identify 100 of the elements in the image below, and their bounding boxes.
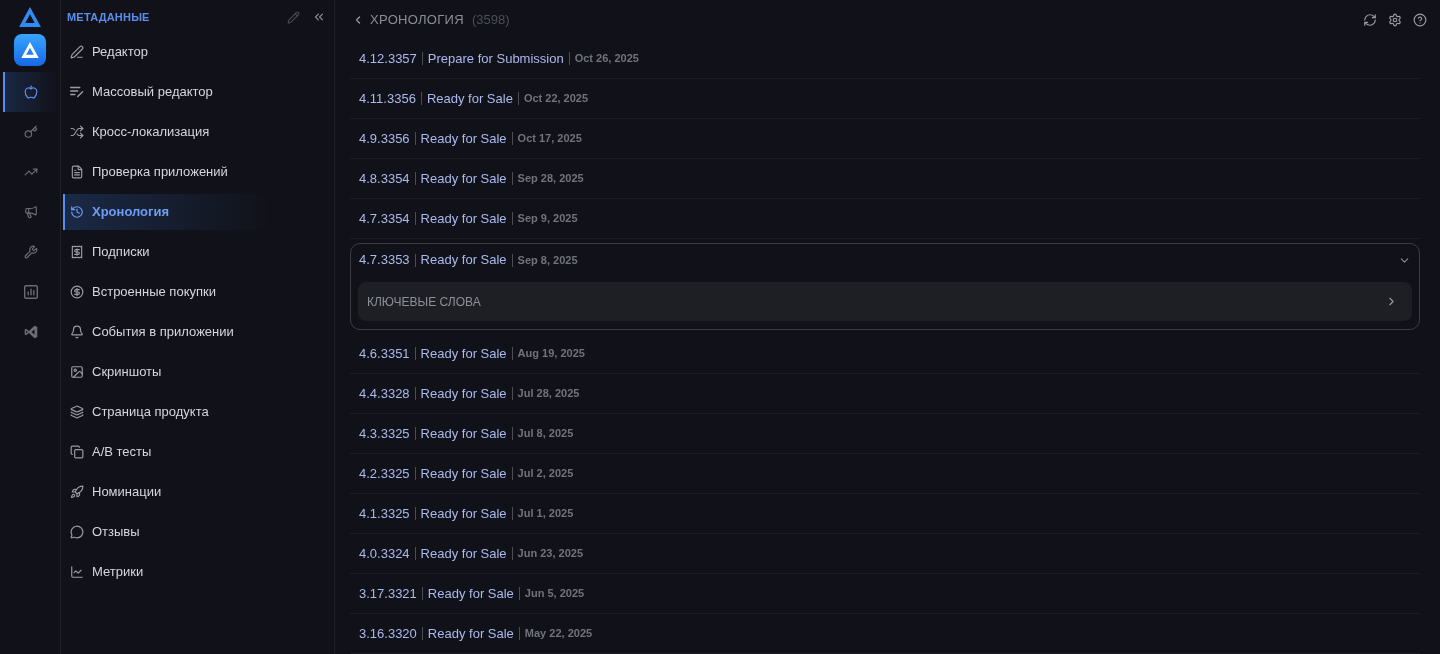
item-count: (3598)	[471, 10, 510, 29]
page-title: ХРОНОЛОГИЯ	[370, 10, 464, 29]
layers-icon	[70, 405, 84, 419]
version-row[interactable]: 4.2.3325 Ready for Sale Jul 2, 2025	[350, 454, 1420, 494]
megaphone-icon	[24, 205, 38, 219]
sidebar-item[interactable]: Страница продукта	[63, 394, 270, 430]
status-text: Ready for Sale	[420, 384, 507, 403]
version-number: 4.4.3328	[359, 384, 410, 403]
version-row[interactable]: 4.3.3325 Ready for Sale Jul 8, 2025	[350, 414, 1420, 454]
date-text: Jun 5, 2025	[524, 586, 585, 602]
version-row[interactable]: 4.11.3356 Ready for Sale Oct 22, 2025	[350, 79, 1420, 119]
status-text: Ready for Sale	[420, 129, 507, 148]
date-text: Aug 19, 2025	[517, 346, 585, 362]
version-card[interactable]: 4.7.3353 Ready for Sale Sep 8, 2025 КЛЮЧЕВЫЕ СЛОВА	[350, 243, 1420, 330]
double-chevron-left-icon	[312, 10, 326, 24]
shuffle-icon	[70, 125, 84, 139]
sidebar-item[interactable]: События в приложении	[63, 314, 270, 350]
sidebar-item[interactable]: A/B тесты	[63, 434, 270, 470]
refresh-button[interactable]	[1363, 12, 1377, 27]
sidebar-item[interactable]: Проверка приложений	[63, 154, 270, 190]
version-number: 3.17.3321	[359, 584, 417, 603]
apple-icon	[24, 85, 38, 99]
sidebar-item[interactable]: Кросс-локализация	[63, 114, 270, 150]
date-text: Oct 22, 2025	[523, 91, 589, 107]
date-text: Oct 17, 2025	[517, 131, 582, 147]
version-number: 4.12.3357	[359, 49, 417, 68]
help-icon	[1413, 12, 1427, 27]
date-text: Sep 8, 2025	[517, 252, 578, 268]
date-text: Sep 28, 2025	[517, 171, 584, 187]
status-text: Ready for Sale	[427, 584, 514, 603]
status-text: Ready for Sale	[420, 424, 507, 443]
collapse-button[interactable]	[312, 10, 326, 24]
refresh-icon	[1363, 12, 1377, 27]
version-number: 4.0.3324	[359, 544, 410, 563]
version-row[interactable]: 4.0.3324 Ready for Sale Jun 23, 2025	[350, 534, 1420, 574]
settings-icon	[1388, 12, 1402, 27]
image-icon	[70, 365, 84, 379]
date-text: Jul 28, 2025	[517, 386, 580, 402]
version-row[interactable]: 3.16.3320 Ready for Sale May 22, 2025	[350, 614, 1420, 654]
date-text: Oct 26, 2025	[574, 51, 639, 67]
status-text: Ready for Sale	[420, 464, 507, 483]
status-text: Ready for Sale	[420, 344, 507, 363]
key-icon	[24, 125, 38, 139]
status-text: Ready for Sale	[420, 169, 507, 188]
version-number: 4.9.3356	[359, 129, 410, 148]
date-text: Sep 9, 2025	[517, 211, 578, 227]
date-text: Jun 23, 2025	[517, 546, 584, 562]
logo-icon	[19, 7, 41, 27]
status-text: Ready for Sale	[420, 544, 507, 563]
version-number: 4.2.3325	[359, 464, 410, 483]
version-number: 4.6.3351	[359, 344, 410, 363]
lines-pencil-icon	[70, 85, 84, 99]
sidebar-item[interactable]: Отзывы	[63, 514, 270, 550]
help-button[interactable]	[1413, 12, 1427, 27]
sidebar-item[interactable]: Скриншоты	[63, 354, 270, 390]
sidebar-item[interactable]: Редактор	[63, 34, 270, 70]
version-number: 4.1.3325	[359, 504, 410, 523]
version-row[interactable]: 4.12.3357 Prepare for Submission Oct 26, 2025	[350, 39, 1420, 79]
sidebar-item[interactable]: Массовый редактор	[63, 74, 270, 110]
section-row[interactable]: КЛЮЧЕВЫЕ СЛОВА	[358, 282, 1412, 321]
version-row[interactable]: 4.6.3351 Ready for Sale Aug 19, 2025	[350, 334, 1420, 374]
version-row[interactable]: 4.1.3325 Ready for Sale Jul 1, 2025	[350, 494, 1420, 534]
date-text: Jul 2, 2025	[517, 466, 574, 482]
version-row[interactable]: 4.8.3354 Ready for Sale Sep 28, 2025	[350, 159, 1420, 199]
version-number: 3.16.3320	[359, 624, 417, 643]
dollar-circle-icon	[70, 285, 84, 299]
version-number: 4.11.3356	[359, 89, 416, 108]
settings-button[interactable]	[1388, 12, 1402, 27]
version-number: 4.7.3354	[359, 209, 410, 228]
history-icon	[70, 205, 84, 219]
version-number: 4.7.3353	[359, 251, 410, 270]
sidebar-item[interactable]: Подписки	[63, 234, 270, 270]
wrench-icon	[24, 245, 38, 259]
date-text: May 22, 2025	[524, 626, 593, 642]
sidebar-item[interactable]: Номинации	[63, 474, 270, 510]
version-row[interactable]: 3.17.3321 Ready for Sale Jun 5, 2025	[350, 574, 1420, 614]
version-row[interactable]: 4.4.3328 Ready for Sale Jul 28, 2025	[350, 374, 1420, 414]
status-text: Ready for Sale	[420, 209, 507, 228]
document-icon	[70, 165, 84, 179]
version-number: 4.8.3354	[359, 169, 410, 188]
date-text: Jul 8, 2025	[517, 426, 574, 442]
pencil-icon	[70, 45, 84, 59]
version-row[interactable]: 4.7.3354 Ready for Sale Sep 9, 2025	[350, 199, 1420, 239]
receipt-icon	[70, 245, 84, 259]
rocket-icon	[70, 485, 84, 499]
version-row[interactable]: 4.9.3356 Ready for Sale Oct 17, 2025	[350, 119, 1420, 159]
speech-bubble-icon	[70, 525, 84, 539]
status-text: Prepare for Submission	[427, 49, 564, 68]
sidebar-item[interactable]: Встроенные покупки	[63, 274, 270, 310]
bowtie-icon	[24, 325, 38, 339]
bell-icon	[70, 325, 84, 339]
status-text: Ready for Sale	[420, 504, 507, 523]
sidebar-title: МЕТАДАННЫЕ	[67, 9, 150, 25]
copy-icon	[70, 445, 84, 459]
status-text: Ready for Sale	[420, 251, 507, 270]
app-icon[interactable]	[14, 34, 46, 66]
sidebar-item[interactable]: Метрики	[63, 554, 270, 590]
bar-chart-icon	[24, 285, 38, 299]
status-text: Ready for Sale	[427, 624, 514, 643]
status-text: Ready for Sale	[426, 89, 513, 108]
